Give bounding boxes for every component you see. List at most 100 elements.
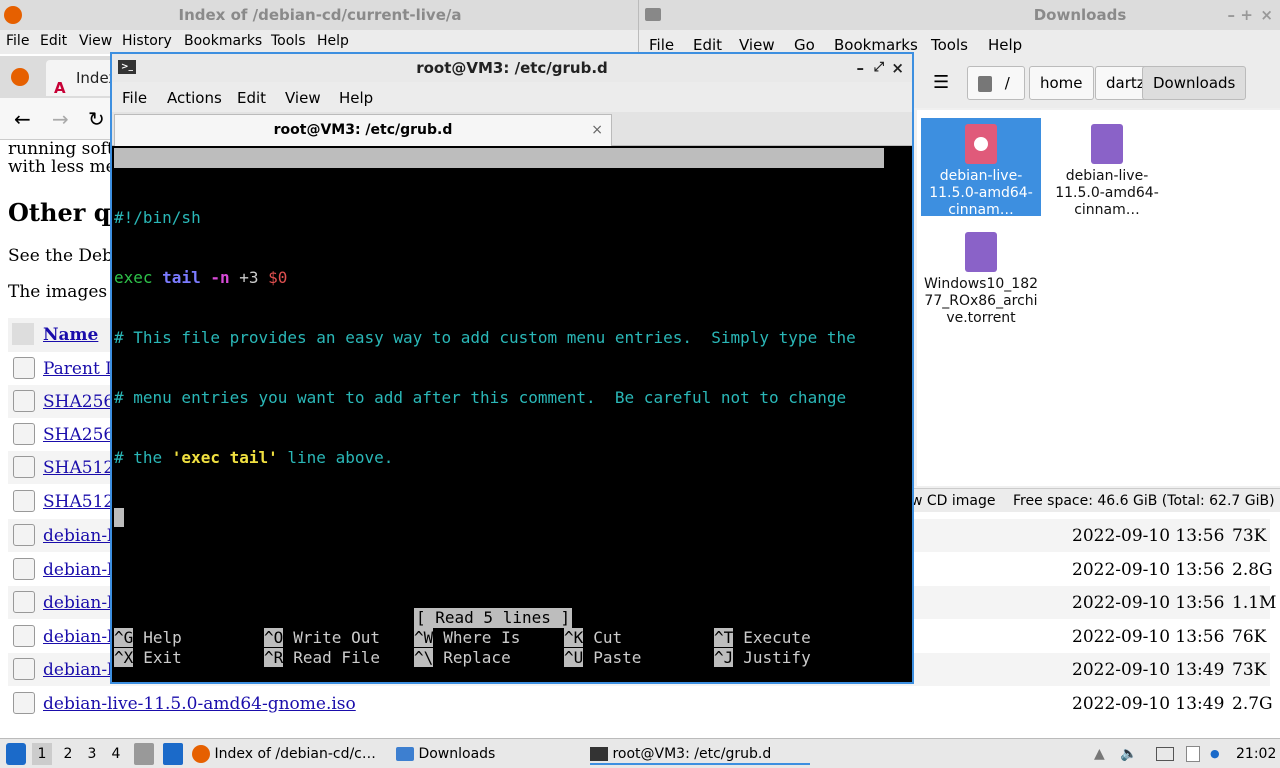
file-item[interactable]: debian-live-11.5.0-amd64-cinnam… bbox=[1047, 118, 1167, 218]
terminal-tab[interactable]: root@VM3: /etc/grub.d × bbox=[114, 114, 612, 146]
close-icon[interactable]: × bbox=[891, 54, 904, 82]
file-link[interactable]: SHA512 bbox=[43, 458, 114, 478]
terminal-tab-label: root@VM3: /etc/grub.d bbox=[273, 122, 453, 138]
nano-shortcut[interactable]: ^W Where Is bbox=[414, 628, 520, 648]
volume-icon[interactable]: 🔈 bbox=[1120, 743, 1137, 765]
folder-icon bbox=[396, 747, 414, 761]
notification-icon[interactable]: ● bbox=[1210, 743, 1222, 765]
task-downloads[interactable]: Downloads bbox=[396, 743, 576, 765]
menu-help[interactable]: Help bbox=[317, 33, 349, 49]
menu-edit[interactable]: Edit bbox=[40, 33, 67, 49]
file-link[interactable]: SHA256 bbox=[43, 392, 114, 412]
shortcut-key: ^O bbox=[264, 628, 284, 647]
shortcut-key: ^X bbox=[114, 648, 134, 667]
path-home-button[interactable]: home bbox=[1029, 66, 1094, 100]
reload-icon[interactable]: ↻ bbox=[88, 107, 105, 131]
maximize-icon[interactable]: + bbox=[1240, 0, 1253, 30]
shortcut-label: Write Out bbox=[293, 628, 380, 647]
menu-tools[interactable]: Tools bbox=[931, 36, 968, 54]
shortcut-key: ^J bbox=[714, 648, 734, 667]
file-link[interactable]: SHA256 bbox=[43, 425, 114, 445]
firefox-logo-icon bbox=[4, 6, 22, 24]
disc-file-icon bbox=[965, 124, 997, 164]
desktop-icon[interactable] bbox=[163, 743, 183, 765]
file-link[interactable]: debian-l bbox=[43, 627, 113, 647]
nano-shortcut[interactable]: ^T Execute bbox=[714, 628, 811, 648]
forward-icon[interactable]: → bbox=[52, 107, 69, 131]
nano-shortcut[interactable]: ^J Justify bbox=[714, 648, 811, 668]
terminal-icon: >_ bbox=[118, 60, 136, 74]
file-name: Windows10_18277_ROx86_archive.torrent bbox=[923, 276, 1039, 326]
status-selection: w CD image bbox=[911, 493, 996, 509]
status-bar: w CD image Free space: 46.6 GiB (Total: … bbox=[911, 488, 1280, 512]
close-tab-icon[interactable]: × bbox=[591, 115, 603, 145]
file-icon bbox=[13, 591, 35, 613]
workspace-4[interactable]: 4 bbox=[108, 743, 124, 765]
name-column-header[interactable]: Name bbox=[43, 325, 98, 345]
workspace-3[interactable]: 3 bbox=[84, 743, 100, 765]
menu-tools[interactable]: Tools bbox=[271, 33, 306, 49]
close-icon[interactable]: × bbox=[1260, 0, 1273, 30]
menu-view[interactable]: View bbox=[285, 89, 321, 107]
nano-shortcut[interactable]: ^\ Replace bbox=[414, 648, 511, 668]
nano-shortcut[interactable]: ^U Paste bbox=[564, 648, 641, 668]
minimize-icon[interactable]: – bbox=[857, 54, 865, 82]
task-terminal[interactable]: root@VM3: /etc/grub.d bbox=[590, 743, 810, 765]
firefox-menubar: File Edit View History Bookmarks Tools H… bbox=[0, 30, 640, 54]
nano-shortcut[interactable]: ^O Write Out bbox=[264, 628, 380, 648]
back-icon[interactable]: ← bbox=[14, 107, 31, 131]
parent-dir-icon bbox=[13, 357, 35, 379]
file-icon bbox=[13, 625, 35, 647]
file-link[interactable]: SHA512 bbox=[43, 492, 114, 512]
editor-line: # the 'exec tail' line above. bbox=[114, 448, 394, 467]
menu-actions[interactable]: Actions bbox=[167, 89, 222, 107]
firefox-view-icon[interactable] bbox=[11, 68, 29, 86]
eject-icon[interactable]: ▲ bbox=[1094, 743, 1106, 765]
workspace-2[interactable]: 2 bbox=[60, 743, 76, 765]
file-icon bbox=[13, 692, 35, 714]
network-icon[interactable] bbox=[1156, 747, 1174, 761]
menu-help[interactable]: Help bbox=[339, 89, 373, 107]
editor-line: #!/bin/sh bbox=[114, 208, 201, 227]
shortcut-key: ^W bbox=[414, 628, 434, 647]
nano-shortcut[interactable]: ^G Help bbox=[114, 628, 182, 648]
nano-header: GNU nano 6.2 40_custom bbox=[114, 148, 884, 207]
clock[interactable]: 21:02 bbox=[1236, 743, 1276, 765]
nano-editor[interactable]: #!/bin/sh exec tail -n +3 $0 # This file… bbox=[114, 168, 910, 568]
browser-tab[interactable]: A Index bbox=[46, 60, 117, 97]
file-link[interactable]: debian-l bbox=[43, 660, 113, 680]
menu-history[interactable]: History bbox=[122, 33, 172, 49]
workspace-1[interactable]: 1 bbox=[32, 743, 52, 765]
clipboard-icon[interactable] bbox=[1186, 746, 1200, 762]
nano-shortcut[interactable]: ^R Read File bbox=[264, 648, 380, 668]
nano-shortcut[interactable]: ^K Cut bbox=[564, 628, 622, 648]
file-link[interactable]: debian-l bbox=[43, 560, 113, 580]
list-view-icon[interactable]: ☰ bbox=[933, 72, 949, 93]
file-link[interactable]: debian-l bbox=[43, 593, 113, 613]
file-item[interactable]: Windows10_18277_ROx86_archive.torrent bbox=[921, 226, 1041, 326]
task-firefox[interactable]: Index of /debian-cd/c… bbox=[192, 743, 388, 765]
nano-shortcut[interactable]: ^X Exit bbox=[114, 648, 182, 668]
menu-file[interactable]: File bbox=[122, 89, 147, 107]
file-link[interactable]: debian-live-11.5.0-amd64-gnome.iso bbox=[43, 694, 356, 714]
menu-edit[interactable]: Edit bbox=[237, 89, 266, 107]
file-icon bbox=[13, 658, 35, 680]
firefox-titlebar: Index of /debian-cd/current-live/a bbox=[0, 0, 640, 30]
start-menu-icon[interactable] bbox=[6, 743, 26, 765]
menu-bookmarks[interactable]: Bookmarks bbox=[184, 33, 262, 49]
path-downloads-button[interactable]: Downloads bbox=[1142, 66, 1247, 100]
cursor-line bbox=[114, 508, 910, 528]
file-link[interactable]: Parent D bbox=[43, 359, 119, 379]
minimize-icon[interactable]: – bbox=[1228, 0, 1236, 30]
path-root-label: / bbox=[1004, 74, 1010, 92]
menu-help[interactable]: Help bbox=[988, 36, 1022, 54]
shortcut-key: ^R bbox=[264, 648, 284, 667]
path-root-button[interactable]: / bbox=[967, 66, 1025, 100]
menu-view[interactable]: View bbox=[79, 33, 112, 49]
menu-file[interactable]: File bbox=[6, 33, 29, 49]
file-item[interactable]: debian-live-11.5.0-amd64-cinnam… bbox=[921, 118, 1041, 218]
firefox-logo-icon bbox=[192, 745, 210, 763]
maximize-icon[interactable]: ⤢ bbox=[874, 54, 884, 82]
file-manager-launcher-icon[interactable] bbox=[134, 743, 154, 765]
file-link[interactable]: debian-l bbox=[43, 526, 113, 546]
